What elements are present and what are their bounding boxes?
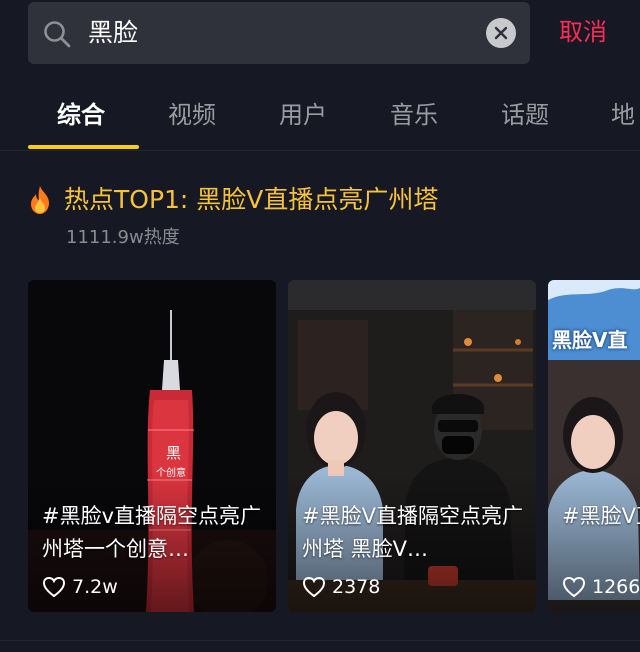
card-likes: 7.2w <box>42 574 118 600</box>
svg-text:黑: 黑 <box>166 444 181 462</box>
hot-topic-heat: 1111.9w热度 <box>66 227 180 248</box>
heart-icon <box>302 576 326 598</box>
card-caption: #黑脸V直播隔空点亮广州塔 黑脸V… <box>302 504 523 561</box>
card-likes: 2378 <box>302 574 380 600</box>
like-count: 7.2w <box>72 576 118 598</box>
search-input[interactable]: 黑脸 <box>28 2 530 64</box>
tab-music[interactable]: 音乐 <box>390 98 438 132</box>
like-count: 1266 <box>592 576 640 598</box>
video-card[interactable]: 黑脸V直 #黑脸V直播隔空点亮广州塔 1266 <box>548 280 640 612</box>
heart-icon <box>562 576 586 598</box>
result-tabs: 综合 视频 用户 音乐 话题 地 <box>0 88 640 152</box>
like-count: 2378 <box>332 576 381 598</box>
cancel-button[interactable]: 取消 <box>559 14 607 50</box>
video-card[interactable]: #黑脸V直播隔空点亮广州塔 黑脸V… 2378 <box>288 280 536 612</box>
search-query[interactable]: 黑脸 <box>88 16 138 50</box>
clear-icon <box>494 26 508 40</box>
bottom-divider <box>0 640 640 641</box>
tab-places[interactable]: 地 <box>611 98 635 132</box>
card-banner-text: 黑脸V直 <box>552 328 628 352</box>
tabs-divider <box>0 150 640 151</box>
tab-videos[interactable]: 视频 <box>168 98 216 132</box>
tab-topics[interactable]: 话题 <box>501 98 549 132</box>
clear-button[interactable] <box>486 18 516 48</box>
card-caption: #黑脸V直播隔空点亮广州塔 <box>562 504 640 528</box>
heart-icon <box>42 576 66 598</box>
search-icon <box>44 21 71 48</box>
hot-topic[interactable]: 热点TOP1: 黑脸V直播点亮广州塔 <box>28 182 640 222</box>
flame-icon <box>31 186 49 214</box>
active-tab-indicator <box>28 145 139 149</box>
card-caption: #黑脸v直播隔空点亮广州塔一个创意… <box>42 504 262 561</box>
tab-comprehensive[interactable]: 综合 <box>57 98 105 132</box>
search-bar: 黑脸 取消 <box>0 0 640 80</box>
video-card[interactable]: 黑 个创意 #黑脸v直播隔空点亮广州塔一个创意… 7.2w <box>28 280 276 612</box>
card-likes: 1266 <box>562 574 640 600</box>
tab-users[interactable]: 用户 <box>279 98 327 132</box>
hot-topic-title[interactable]: 热点TOP1: 黑脸V直播点亮广州塔 <box>64 182 438 218</box>
